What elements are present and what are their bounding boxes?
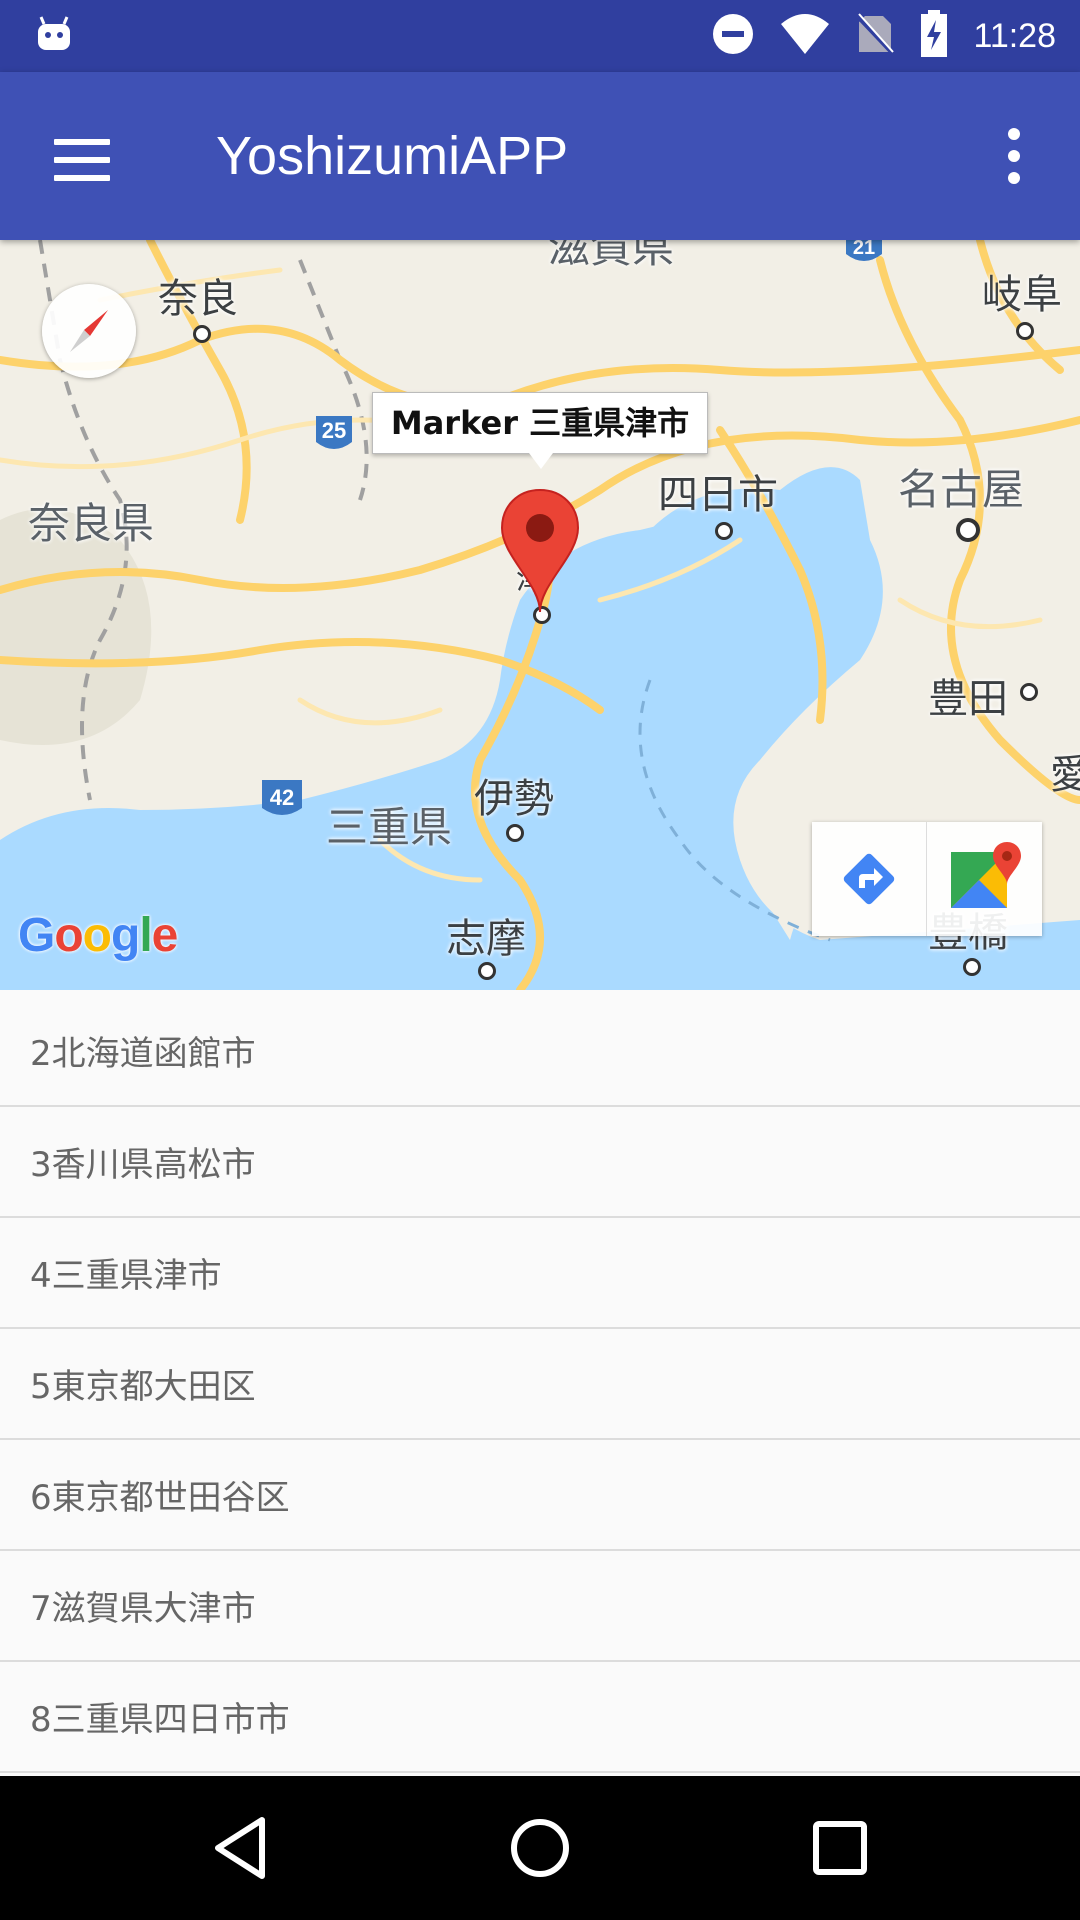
list-item[interactable]: 8三重県四日市市 [0,1662,1080,1773]
google-logo: Google [18,909,178,962]
city-dot-yokkaichi [715,522,733,540]
app-bar: YoshizumiAPP [0,72,1080,240]
city-dot-ise [506,824,524,842]
list-item[interactable]: 7滋賀県大津市 [0,1551,1080,1662]
recents-icon[interactable] [790,1798,890,1898]
back-icon[interactable] [190,1798,290,1898]
city-list: 2北海道函館市 3香川県高松市 4三重県津市 5東京都大田区 6東京都世田谷区 … [0,996,1080,1776]
map-toolbar [812,822,1042,936]
navigation-bar [0,1776,1080,1920]
list-item[interactable]: 3香川県高松市 [0,1107,1080,1218]
directions-icon[interactable] [812,822,926,936]
route-shield-42: 42 [262,780,302,815]
map-label-ise: 伊勢 [474,776,554,822]
route-shield-42-label: 42 [270,785,294,810]
no-sim-icon [855,12,895,60]
app-title: YoshizumiAPP [216,126,569,186]
google-maps-icon[interactable] [926,822,1041,936]
status-bar: 11:28 [0,0,1080,72]
city-dot-nagoya [956,518,980,542]
battery-charging-icon [919,10,949,62]
city-dot-nara [193,325,211,343]
map-marker-icon[interactable] [500,488,580,616]
city-dot-toyohashi [963,958,981,976]
route-shield-21-label: 21 [853,240,875,259]
city-dot-gifu [1016,322,1034,340]
map-label-gifu: 岐阜 [982,272,1062,318]
city-dot-toyota [1020,683,1038,701]
list-item[interactable]: 5東京都大田区 [0,1329,1080,1440]
marker-info-window[interactable]: Marker 三重県津市 [372,392,708,469]
route-shield-25-label: 25 [322,418,346,443]
map-label-mie-pref: 三重県 [326,803,453,852]
map-label-nara: 奈良 [158,276,238,322]
list-item[interactable]: 4三重県津市 [0,1218,1080,1329]
map-label-toyota: 豊田 [928,676,1008,722]
status-time: 11:28 [973,16,1056,55]
city-dot-shima [478,962,496,980]
route-shield-25: 25 [316,416,352,449]
android-notification-icon [34,14,74,54]
list-item[interactable]: 2北海道函館市 [0,996,1080,1107]
map-label-yokkaichi: 四日市 [658,472,778,518]
map-label-ai: 愛 [1050,752,1080,798]
map-label-nagoya: 名古屋 [898,465,1025,514]
compass-icon[interactable] [42,284,136,378]
map-label-shima: 志摩 [446,916,526,962]
map-label-nara-pref: 奈良県 [28,499,155,548]
more-vert-icon[interactable] [978,112,1050,200]
route-shield-21: 21 [846,240,882,261]
home-icon[interactable] [490,1798,590,1898]
wifi-icon [779,12,831,60]
list-item[interactable]: 6東京都世田谷区 [0,1440,1080,1551]
map-label-shiga-pref: 滋賀県 [548,240,675,272]
hamburger-menu-icon[interactable] [40,116,128,204]
do-not-disturb-icon [711,12,755,60]
